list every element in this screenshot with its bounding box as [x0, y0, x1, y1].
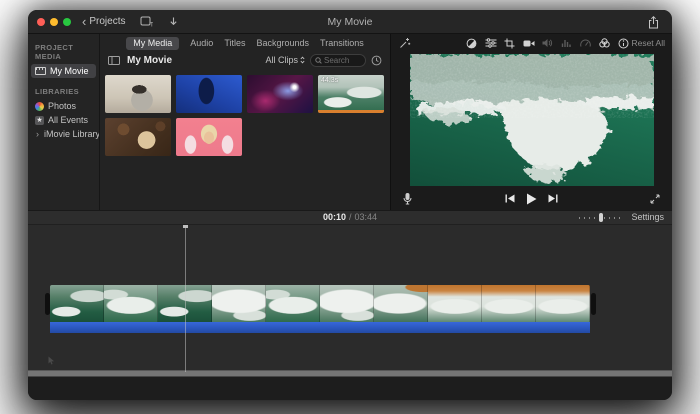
- ocean-wave-clip[interactable]: 44.3s: [318, 75, 384, 113]
- sidebar-item-label: Photos: [48, 101, 76, 111]
- media-browser: My Media Audio Titles Backgrounds Transi…: [100, 34, 390, 210]
- color-correction-icon[interactable]: [485, 37, 497, 49]
- search-input[interactable]: [324, 56, 361, 65]
- timeline-clip-ocean-wave[interactable]: [50, 285, 590, 333]
- reset-all-button[interactable]: Reset All: [631, 38, 665, 48]
- tab-my-media[interactable]: My Media: [126, 37, 179, 50]
- playhead[interactable]: [185, 225, 186, 372]
- info-icon[interactable]: [618, 37, 630, 49]
- viewer-toolbar: Reset All: [391, 34, 672, 52]
- sidebar-item-label: iMovie Library: [44, 129, 100, 139]
- preview-video[interactable]: [410, 54, 654, 186]
- exercise-ball-clip[interactable]: [105, 75, 171, 113]
- trim-handle-left[interactable]: [45, 293, 50, 315]
- play-button[interactable]: [526, 193, 537, 205]
- disclosure-icon[interactable]: ›: [35, 129, 40, 139]
- import-arrow-icon[interactable]: [168, 16, 179, 27]
- clock-icon[interactable]: [371, 55, 382, 66]
- timeline-footer: [28, 377, 672, 400]
- traffic-lights: [37, 18, 71, 26]
- next-frame-button[interactable]: [548, 194, 558, 203]
- voiceover-mic-icon[interactable]: [403, 193, 412, 205]
- timeline-area[interactable]: [28, 225, 672, 401]
- speed-icon[interactable]: [580, 37, 592, 49]
- pink-portrait-clip[interactable]: [176, 118, 242, 156]
- tab-transitions[interactable]: Transitions: [320, 39, 364, 48]
- minimize-button[interactable]: [50, 18, 58, 26]
- mouse-cursor: [48, 356, 55, 365]
- underwater-clip[interactable]: [176, 75, 242, 113]
- trim-handle-right[interactable]: [591, 293, 596, 315]
- clip-filmstrip: [50, 285, 590, 322]
- browser-title: My Movie: [127, 55, 172, 66]
- total-time: 03:44: [355, 212, 378, 222]
- search-icon: [315, 57, 322, 64]
- sidebar-item-photos[interactable]: Photos: [31, 99, 96, 113]
- volume-icon[interactable]: [542, 37, 554, 49]
- viewer-stage: [391, 52, 672, 188]
- sidebar-item-my-movie[interactable]: My Movie: [31, 64, 96, 78]
- clip-audio-waveform: [50, 322, 590, 333]
- tab-titles[interactable]: Titles: [224, 39, 245, 48]
- sidebar: PROJECT MEDIA My Movie LIBRARIES Photos …: [28, 34, 100, 210]
- used-clip-indicator: [318, 110, 384, 113]
- color-balance-icon[interactable]: [466, 37, 478, 49]
- photos-pinwheel-icon: [35, 102, 44, 111]
- previous-frame-button[interactable]: [505, 194, 515, 203]
- main-area: PROJECT MEDIA My Movie LIBRARIES Photos …: [28, 34, 672, 210]
- share-icon[interactable]: [648, 16, 659, 29]
- tab-backgrounds[interactable]: Backgrounds: [256, 39, 309, 48]
- tab-audio[interactable]: Audio: [190, 39, 213, 48]
- sidebar-item-label: All Events: [48, 115, 88, 125]
- clip-filter-icon[interactable]: [599, 37, 611, 49]
- projects-back-button[interactable]: ‹ Projects: [82, 17, 125, 27]
- enhance-wand-icon[interactable]: [399, 37, 411, 49]
- time-separator: /: [349, 212, 352, 222]
- coffee-clip[interactable]: [105, 118, 171, 156]
- svg-text:T: T: [150, 23, 153, 28]
- timeline-toolbar: 00:10 / 03:44 Settings: [28, 210, 672, 225]
- filter-label: All Clips: [265, 55, 298, 65]
- media-tabs: My Media Audio Titles Backgrounds Transi…: [100, 35, 390, 51]
- chevron-updown-icon: [300, 56, 305, 64]
- titlebar: ‹ Projects T My Movie: [28, 10, 672, 34]
- sidebar-item-all-events[interactable]: ★ All Events: [31, 113, 96, 127]
- libraries-header: LIBRARIES: [28, 87, 99, 99]
- chevron-left-icon: ‹: [82, 18, 86, 26]
- time-display: 00:10 / 03:44: [323, 212, 377, 222]
- browser-header: My Movie All Clips: [100, 51, 390, 69]
- stabilization-icon[interactable]: [523, 37, 535, 49]
- projects-back-label: Projects: [89, 17, 125, 27]
- search-field[interactable]: [310, 54, 366, 67]
- viewer-panel: Reset All: [390, 34, 672, 210]
- sidebar-item-imovie-library[interactable]: › iMovie Library: [31, 127, 96, 141]
- close-button[interactable]: [37, 18, 45, 26]
- transport-controls: [391, 188, 672, 210]
- imovie-window: ‹ Projects T My Movie PROJECT MEDIA My M…: [28, 10, 672, 400]
- slider-thumb[interactable]: [599, 213, 603, 222]
- noise-reduction-icon[interactable]: [561, 37, 573, 49]
- sidebar-item-label: My Movie: [50, 66, 89, 76]
- clip-duration-badge: 44.3s: [321, 77, 338, 84]
- all-clips-dropdown[interactable]: All Clips: [265, 55, 305, 65]
- all-events-star-icon: ★: [35, 116, 44, 125]
- settings-button[interactable]: Settings: [631, 212, 664, 222]
- galaxy-clip[interactable]: [247, 75, 313, 113]
- crop-icon[interactable]: [504, 37, 516, 49]
- zoom-button[interactable]: [63, 18, 71, 26]
- project-film-icon: [35, 67, 46, 75]
- project-media-header: PROJECT MEDIA: [28, 43, 99, 64]
- fullscreen-icon[interactable]: [650, 194, 660, 204]
- timeline-scrollbar[interactable]: [28, 370, 672, 377]
- current-time: 00:10: [323, 212, 346, 222]
- media-grid: 44.3s: [100, 69, 390, 162]
- sidebar-toggle-icon[interactable]: [108, 56, 120, 65]
- library-panel-icon[interactable]: T: [140, 16, 153, 27]
- thumbnail-zoom-slider[interactable]: [579, 213, 623, 222]
